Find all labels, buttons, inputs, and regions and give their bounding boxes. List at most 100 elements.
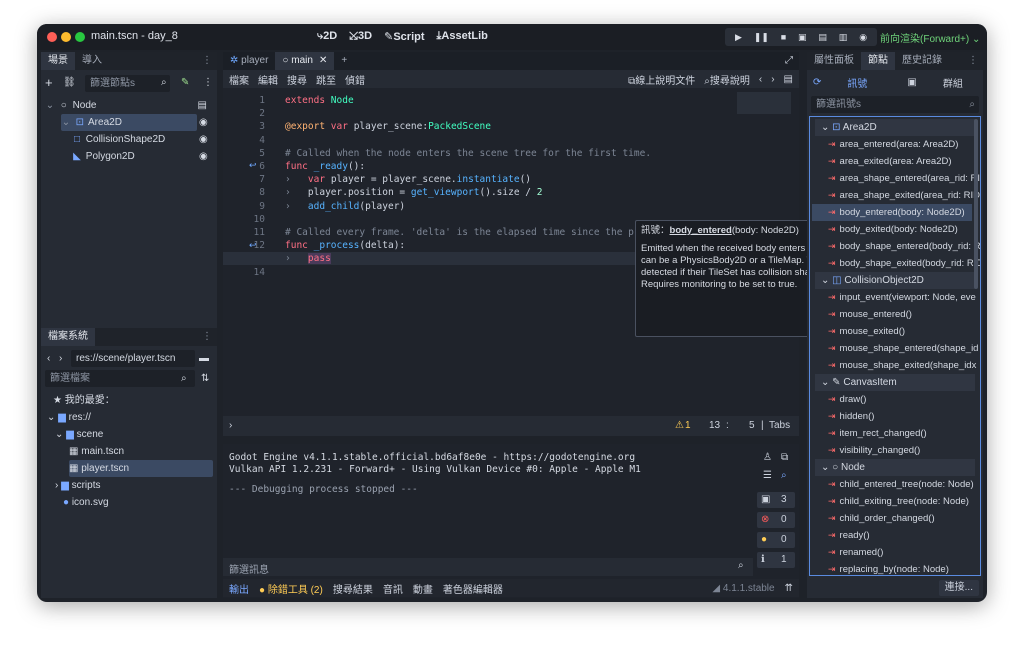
add-tab-icon[interactable]: + bbox=[334, 52, 354, 70]
filter-lines-icon[interactable]: ☰ bbox=[763, 470, 772, 481]
file-filter-input[interactable]: 篩選檔案 bbox=[45, 370, 195, 387]
signal-item[interactable]: ⇥ area_shape_entered(area_rid: RI bbox=[828, 170, 980, 187]
mode-2d-button[interactable]: ⤷2D bbox=[317, 30, 337, 43]
tab-shader-editor[interactable]: 著色器編輯器 bbox=[443, 581, 503, 596]
folder-res[interactable]: ⌄ ▆ res:// bbox=[47, 409, 91, 426]
stop-icon[interactable]: ■ bbox=[781, 32, 786, 42]
visibility-eye-icon[interactable]: ◉ bbox=[199, 148, 208, 165]
tab-import[interactable]: 導入 bbox=[75, 52, 109, 70]
tab-animation[interactable]: 動畫 bbox=[413, 581, 433, 596]
signal-item[interactable]: ⇥ visibility_changed() bbox=[828, 442, 920, 459]
signal-item[interactable]: ⇥ mouse_shape_exited(shape_idx bbox=[828, 357, 976, 374]
favorites-item[interactable]: ★ 我的最愛： bbox=[53, 392, 115, 409]
link-icon[interactable]: ⛓ bbox=[63, 74, 76, 91]
sort-icon[interactable]: ⇅ bbox=[201, 370, 209, 387]
tab-scene[interactable]: 場景 bbox=[41, 52, 75, 70]
signal-filter-input[interactable]: 篩選訊號s ⌕ bbox=[811, 96, 979, 113]
signal-item[interactable]: ⇥ area_shape_exited(area_rid: RID bbox=[828, 187, 980, 204]
connect-signal-button[interactable]: 連接... bbox=[938, 580, 979, 596]
signal-item[interactable]: ⇥ child_exiting_tree(node: Node) bbox=[828, 493, 969, 510]
search-toggle-icon[interactable]: ⌕ bbox=[781, 470, 787, 481]
nav-forward-icon[interactable]: › bbox=[59, 350, 62, 367]
filter-errors-toggle[interactable]: ⊗ 0 bbox=[757, 512, 795, 528]
next-script-icon[interactable]: › bbox=[771, 74, 774, 85]
tab-output[interactable]: 輸出 bbox=[229, 581, 249, 596]
code-minimap[interactable] bbox=[737, 92, 791, 114]
remote-debug-icon[interactable]: ▣ bbox=[798, 32, 807, 43]
play-custom-scene-icon[interactable]: ▥ bbox=[839, 32, 848, 43]
toggle-panel-icon[interactable]: › bbox=[229, 420, 232, 431]
mode-script-button[interactable]: ✎Script bbox=[384, 30, 424, 43]
renderer-select[interactable]: 前向渲染(Forward+) ⌄ bbox=[880, 30, 980, 45]
file-icon-svg[interactable]: ● icon.svg bbox=[63, 494, 109, 511]
minimize-window-button[interactable] bbox=[61, 32, 71, 42]
split-view-icon[interactable]: ▬ bbox=[199, 350, 209, 367]
menu-debug[interactable]: 偵錯 bbox=[345, 72, 365, 87]
signal-item[interactable]: ⇥ ready() bbox=[828, 527, 870, 544]
visibility-eye-icon[interactable]: ◉ bbox=[199, 131, 208, 148]
signal-item[interactable]: ⇥ mouse_entered() bbox=[828, 306, 912, 323]
signal-connection-icon[interactable]: ↩ bbox=[249, 160, 257, 171]
tab-filesystem[interactable]: 檔案系統 bbox=[41, 328, 95, 346]
menu-goto[interactable]: 跳至 bbox=[316, 72, 336, 87]
tree-node-collisionshape[interactable]: □ CollisionShape2D ◉ bbox=[71, 131, 211, 148]
output-filter-placeholder[interactable]: 篩選訊息 bbox=[229, 561, 269, 576]
menu-search[interactable]: 搜尋 bbox=[287, 72, 307, 87]
tab-player-script[interactable]: ✲ player bbox=[223, 52, 275, 70]
add-node-icon[interactable]: + bbox=[45, 74, 53, 91]
signal-item[interactable]: ⇥ body_exited(body: Node2D) bbox=[828, 221, 958, 238]
dock-menu-icon[interactable]: ⋮ bbox=[197, 328, 217, 346]
scene-menu-icon[interactable]: ⋮ bbox=[203, 74, 213, 91]
filter-editor-toggle[interactable]: ℹ1 bbox=[757, 552, 795, 568]
mode-3d-button[interactable]: ⤩3D bbox=[349, 30, 372, 43]
signal-item[interactable]: ⇥ body_shape_entered(body_rid: R bbox=[828, 238, 980, 255]
online-docs-button[interactable]: ⧉線上說明文件 bbox=[628, 72, 695, 87]
nav-back-icon[interactable]: ‹ bbox=[47, 350, 50, 367]
signal-item[interactable]: ⇥ item_rect_changed() bbox=[828, 425, 927, 442]
signal-item-selected[interactable]: ⇥ body_entered(body: Node2D) bbox=[812, 204, 972, 221]
pin-panel-icon[interactable]: ⇈ bbox=[785, 583, 793, 594]
dock-menu-icon[interactable]: ⋮ bbox=[963, 52, 983, 70]
close-window-button[interactable] bbox=[47, 32, 57, 42]
tab-inspector[interactable]: 屬性面板 bbox=[807, 52, 861, 70]
search-help-button[interactable]: ⌕搜尋說明 bbox=[704, 72, 750, 87]
movie-maker-icon[interactable]: ◉ bbox=[859, 32, 867, 43]
prev-script-icon[interactable]: ‹ bbox=[759, 74, 762, 85]
signal-connection-icon[interactable]: ↩ bbox=[249, 240, 257, 251]
filesystem-path-field[interactable]: res://scene/player.tscn bbox=[71, 350, 195, 367]
mode-assetlib-button[interactable]: ⤓AssetLib bbox=[437, 30, 488, 43]
tab-node[interactable]: 節點 bbox=[861, 52, 895, 70]
scene-filter-input[interactable]: 篩選節點s bbox=[85, 75, 170, 92]
file-main-tscn[interactable]: ▦ main.tscn bbox=[69, 443, 124, 460]
close-tab-icon[interactable]: ✕ bbox=[319, 55, 327, 66]
tab-debugger[interactable]: ● 除錯工具 (2) bbox=[259, 581, 323, 596]
dock-menu-icon[interactable]: ⋮ bbox=[197, 52, 217, 70]
tree-node-area2d[interactable]: ⌄ ⊡ Area2D bbox=[61, 114, 197, 131]
signal-item[interactable]: ⇥ area_entered(area: Area2D) bbox=[828, 136, 958, 153]
signal-tree-scrollbar[interactable] bbox=[974, 119, 978, 289]
tree-node-polygon[interactable]: ◣ Polygon2D ◉ bbox=[71, 148, 211, 165]
clear-output-icon[interactable]: ♙ bbox=[763, 452, 772, 463]
script-attach-icon[interactable]: ✎ bbox=[181, 74, 189, 91]
folder-scene[interactable]: ⌄ ▆ scene bbox=[55, 426, 103, 443]
signal-item[interactable]: ⇥ hidden() bbox=[828, 408, 874, 425]
maximize-window-button[interactable] bbox=[75, 32, 85, 42]
signal-group-node[interactable]: ⌄ ○ Node bbox=[815, 459, 975, 476]
signal-item[interactable]: ⇥ mouse_shape_entered(shape_id bbox=[828, 340, 978, 357]
signal-item[interactable]: ⇥ replacing_by(node: Node) bbox=[828, 561, 949, 575]
toggle-scripts-panel-icon[interactable]: ▤ bbox=[784, 74, 793, 85]
menu-file[interactable]: 檔案 bbox=[229, 72, 249, 87]
folder-scripts[interactable]: › ▆ scripts bbox=[55, 477, 100, 494]
warning-icon[interactable]: ⚠ bbox=[675, 420, 684, 431]
copy-icon[interactable]: ⧉ bbox=[781, 452, 788, 463]
filter-messages-toggle[interactable]: ▣ 3 bbox=[757, 492, 795, 508]
filter-warnings-toggle[interactable]: ● 0 bbox=[757, 532, 795, 548]
signal-item[interactable]: ⇥ draw() bbox=[828, 391, 866, 408]
code-area[interactable]: extends Node @export var player_scene:Pa… bbox=[285, 94, 651, 266]
signal-item[interactable]: ⇥ child_order_changed() bbox=[828, 510, 935, 527]
signal-group-area2d[interactable]: ⌄ ⊡ Area2D bbox=[815, 119, 975, 136]
tab-history[interactable]: 歷史記錄 bbox=[895, 52, 949, 70]
distraction-free-icon[interactable]: ⤢ bbox=[779, 52, 799, 70]
signal-item[interactable]: ⇥ area_exited(area: Area2D) bbox=[828, 153, 952, 170]
groups-tab-button[interactable]: 群組 bbox=[943, 75, 963, 90]
